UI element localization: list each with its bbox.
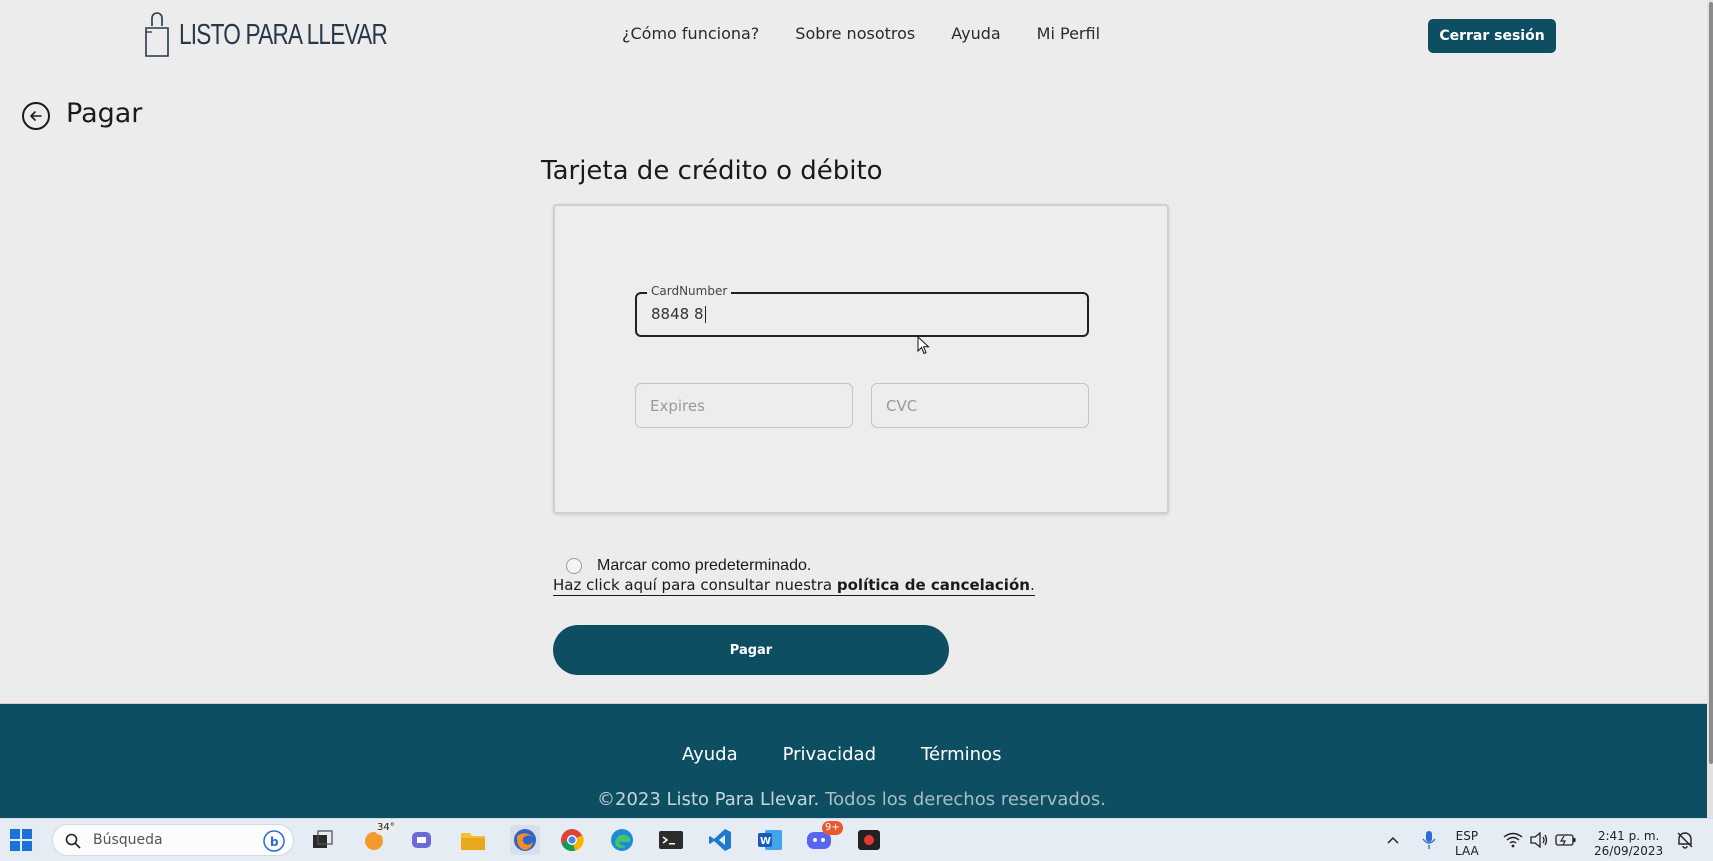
cvc-field[interactable]: CVC (871, 383, 1089, 428)
back-button[interactable] (22, 102, 50, 130)
shopping-bag-icon (145, 12, 169, 57)
clock[interactable]: 2:41 p. m. 26/09/2023 (1594, 829, 1663, 859)
nav-ayuda[interactable]: Ayuda (951, 24, 1000, 43)
nav-como-funciona[interactable]: ¿Cómo funciona? (622, 24, 759, 43)
discord-icon[interactable]: 9+ (806, 821, 843, 853)
volume-icon[interactable] (1526, 827, 1552, 853)
file-explorer-icon[interactable] (460, 827, 486, 853)
card-number-field[interactable]: CardNumber 8848 8 (635, 284, 1089, 337)
footer-link-privacidad[interactable]: Privacidad (783, 744, 876, 765)
card-form-panel (553, 204, 1169, 514)
search-placeholder: Búsqueda (93, 832, 163, 848)
copyright: ©2023 Listo Para Llevar. Todos los derech… (597, 789, 1106, 810)
svg-text:W: W (760, 836, 771, 847)
discord-badge: 9+ (822, 821, 843, 835)
mouse-cursor-icon (917, 336, 930, 355)
notifications-icon[interactable] (1672, 827, 1698, 853)
pay-button[interactable]: Pagar (553, 625, 949, 675)
default-radio[interactable] (566, 558, 582, 574)
main-nav: ¿Cómo funciona? Sobre nosotros Ayuda Mi … (622, 24, 1136, 43)
microphone-icon[interactable] (1416, 827, 1442, 853)
expires-field[interactable]: Expires (635, 383, 853, 428)
page-title: Pagar (66, 98, 143, 129)
chrome-icon[interactable] (560, 827, 586, 853)
word-icon[interactable]: W (757, 827, 783, 853)
site-footer: Ayuda Privacidad Términos ©2023 Listo Pa… (0, 703, 1713, 819)
show-hidden-icons-chevron-icon[interactable] (1380, 827, 1406, 853)
footer-link-terminos[interactable]: Términos (921, 744, 1001, 765)
card-number-value: 8848 8 (651, 305, 706, 323)
cvc-placeholder: CVC (886, 397, 918, 415)
bing-icon: b (263, 830, 285, 852)
taskbar: Búsqueda b 34° W 9+ ESP LAA 2:41 p. m. 2… (0, 818, 1713, 861)
site-header: LISTO PARA LLEVAR ¿Cómo funciona? Sobre … (0, 0, 1713, 72)
teams-icon[interactable] (410, 827, 436, 853)
arrow-left-icon (30, 111, 42, 121)
cancellation-policy-link[interactable]: Haz click aquí para consultar nuestra po… (553, 576, 1035, 596)
text-caret (704, 306, 706, 323)
default-label: Marcar como predeterminado. (597, 557, 812, 574)
nav-mi-perfil[interactable]: Mi Perfil (1037, 24, 1100, 43)
search-icon (65, 833, 81, 849)
nav-sobre-nosotros[interactable]: Sobre nosotros (795, 24, 915, 43)
edge-icon[interactable] (609, 827, 635, 853)
svg-text:b: b (270, 835, 279, 849)
weather-badge: 34° (374, 821, 398, 835)
language-indicator[interactable]: ESP LAA (1455, 829, 1479, 859)
footer-link-ayuda[interactable]: Ayuda (682, 744, 738, 765)
card-number-label: CardNumber (647, 284, 732, 298)
weather-icon[interactable]: 34° (362, 821, 398, 853)
firefox-icon[interactable] (510, 825, 540, 855)
terminal-icon[interactable] (658, 827, 684, 853)
expires-placeholder: Expires (650, 397, 705, 415)
footer-links: Ayuda Privacidad Términos (682, 744, 1046, 765)
section-title: Tarjeta de crédito o débito (541, 156, 883, 186)
taskbar-search[interactable]: Búsqueda b (52, 824, 294, 856)
vscode-icon[interactable] (707, 827, 733, 853)
windows-start-icon[interactable] (8, 827, 34, 853)
screen-recorder-icon[interactable] (856, 827, 882, 853)
logout-button[interactable]: Cerrar sesión (1428, 19, 1556, 53)
logo[interactable]: LISTO PARA LLEVAR (143, 12, 446, 58)
scrollbar-thumb[interactable] (1709, 2, 1713, 764)
wifi-icon[interactable] (1500, 827, 1526, 853)
task-view-icon[interactable] (310, 827, 336, 853)
logo-text: LISTO PARA LLEVAR (179, 18, 388, 51)
battery-icon[interactable] (1553, 827, 1579, 853)
